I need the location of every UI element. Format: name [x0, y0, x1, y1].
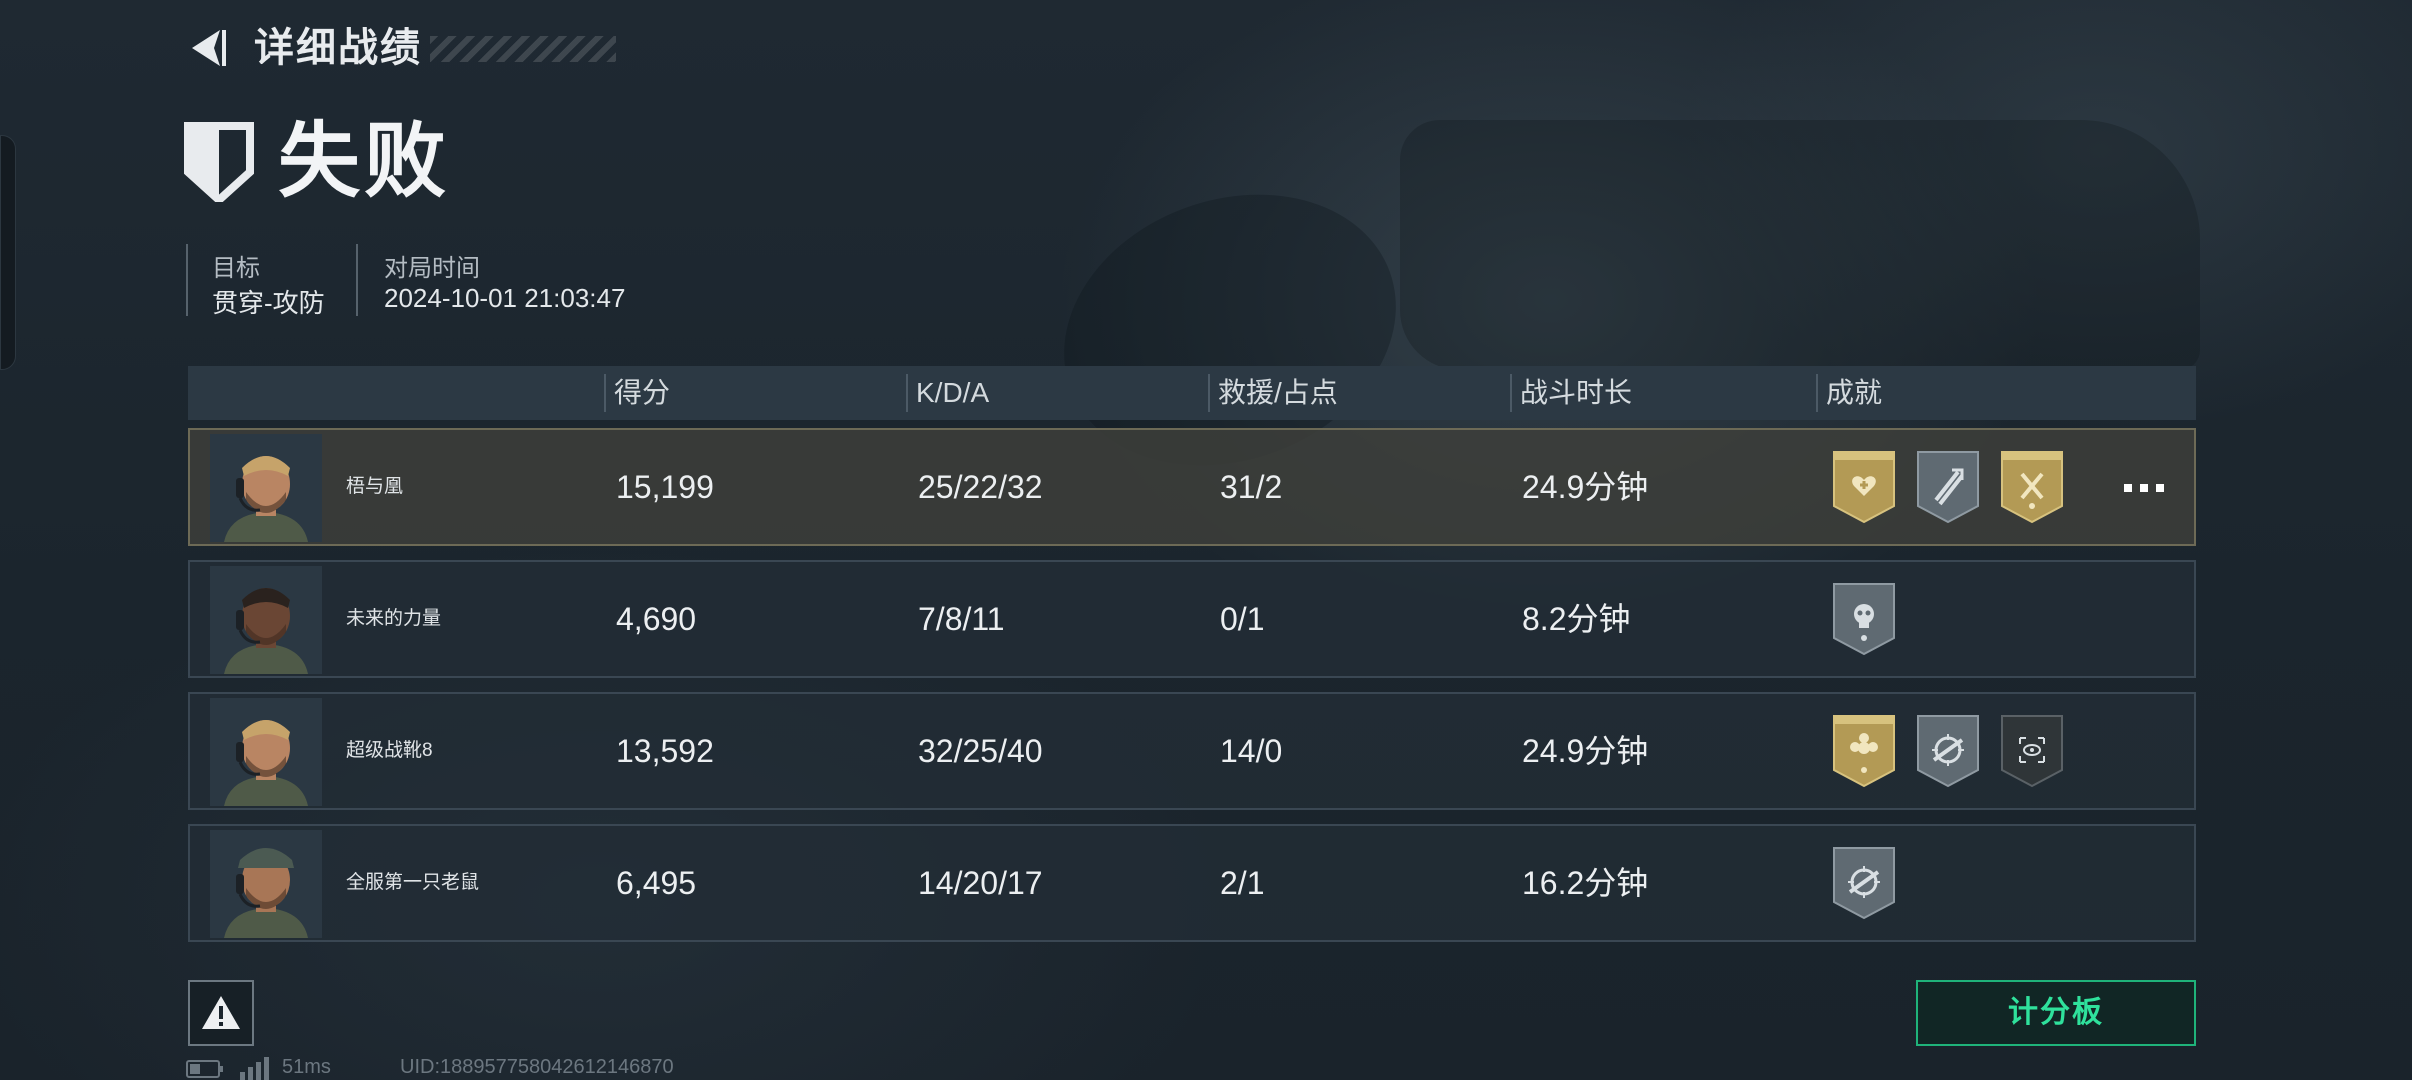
player-avatar[interactable] — [210, 830, 322, 938]
goal-label: 目标 — [212, 255, 260, 282]
page-title: 详细战绩 — [254, 26, 422, 70]
player-avatar[interactable] — [210, 434, 322, 542]
uid-value: UID:1889577580426121468​70 — [400, 1056, 674, 1078]
player-row[interactable]: 超级战靴8 13,592 32/25/40 14/0 24.9分钟 — [188, 692, 2196, 810]
player-name: 全服第一只老鼠 — [346, 872, 480, 893]
player-kda: 14/20/17 — [918, 865, 1043, 901]
player-row[interactable]: 全服第一只老鼠 6,495 14/20/17 2/1 16.2分钟 — [188, 824, 2196, 942]
scoreboard-button[interactable]: 计分板 — [1916, 980, 2196, 1046]
more-options-icon[interactable] — [2116, 466, 2172, 510]
meta-divider — [356, 244, 358, 316]
gold-flower-medal-icon[interactable] — [1830, 714, 1898, 788]
gold-axe-medal-icon[interactable] — [1998, 450, 2066, 524]
time-value: 2024-10-01 21:03:47 — [384, 283, 626, 313]
player-kda: 25/22/32 — [918, 469, 1043, 505]
player-score: 13,592 — [616, 733, 714, 769]
back-button[interactable] — [184, 24, 228, 72]
player-name: 梧与凰 — [346, 476, 404, 497]
report-button[interactable] — [188, 980, 254, 1046]
player-name: 未来的力量 — [346, 608, 442, 629]
player-rescue-capture: 0/1 — [1220, 601, 1265, 637]
player-rescue-capture: 31/2 — [1220, 469, 1283, 505]
player-duration: 8.2分钟 — [1522, 601, 1631, 637]
column-header-kda: K/D/A — [906, 366, 989, 420]
header-decoration — [430, 36, 616, 62]
player-avatar[interactable] — [210, 566, 322, 674]
column-header-rescue: 救援/占点 — [1208, 366, 1338, 420]
signal-icon — [240, 1057, 269, 1080]
player-score: 6,495 — [616, 865, 697, 901]
player-kda: 32/25/40 — [918, 733, 1043, 769]
match-result: 失败 — [278, 116, 451, 207]
column-header-score: 得分 — [604, 366, 670, 420]
dark-target-eye-icon[interactable] — [1998, 714, 2066, 788]
ping-value: 51ms — [282, 1056, 331, 1078]
side-drawer-handle[interactable] — [0, 135, 16, 370]
silver-skull-badge-icon[interactable] — [1830, 582, 1898, 656]
column-header-achievements: 成就 — [1816, 366, 1882, 420]
player-rescue-capture: 2/1 — [1220, 865, 1265, 901]
player-kda: 7/8/11 — [918, 601, 1005, 637]
gold-heart-medal-icon[interactable] — [1830, 450, 1898, 524]
player-row[interactable]: 梧与凰 15,199 25/22/32 31/2 24.9分钟 — [188, 428, 2196, 546]
silver-rank-chevron-icon[interactable] — [1914, 450, 1982, 524]
warning-icon — [202, 996, 240, 1029]
column-header-duration: 战斗时长 — [1510, 366, 1632, 420]
shield-half-icon — [184, 122, 254, 206]
time-label: 对局时间 — [384, 255, 480, 282]
goal-value: 贯穿-攻防 — [212, 288, 325, 318]
player-row[interactable]: 未来的力量 4,690 7/8/11 0/1 8.2分钟 — [188, 560, 2196, 678]
player-rescue-capture: 14/0 — [1220, 733, 1283, 769]
background-structure — [1400, 120, 2200, 370]
meta-divider — [186, 244, 188, 316]
battery-icon — [186, 1060, 223, 1078]
player-name: 超级战靴8 — [346, 740, 433, 761]
player-duration: 24.9分钟 — [1522, 733, 1649, 769]
stats-table-header: 得分 K/D/A 救援/占点 战斗时长 成就 — [188, 366, 2196, 420]
player-duration: 16.2分钟 — [1522, 865, 1649, 901]
silver-crosshair-gun-icon[interactable] — [1914, 714, 1982, 788]
player-score: 4,690 — [616, 601, 697, 637]
player-avatar[interactable] — [210, 698, 322, 806]
player-score: 15,199 — [616, 469, 714, 505]
silver-crosshair-gun-icon[interactable] — [1830, 846, 1898, 920]
player-duration: 24.9分钟 — [1522, 469, 1649, 505]
back-arrow-icon — [192, 30, 226, 66]
